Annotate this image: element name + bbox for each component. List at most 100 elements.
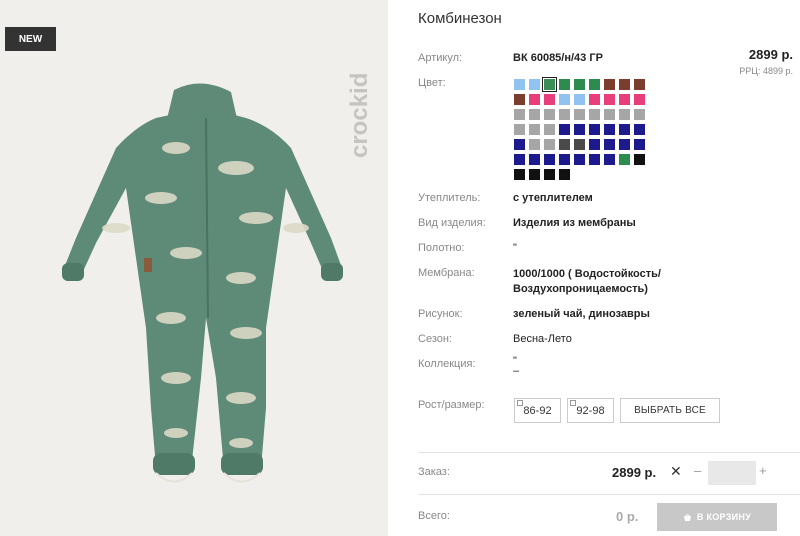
- color-swatch[interactable]: [589, 154, 600, 165]
- color-swatch[interactable]: [529, 124, 540, 135]
- article-value: ВК 60085/н/43 ГР: [513, 52, 603, 64]
- color-swatch[interactable]: [544, 124, 555, 135]
- color-swatch[interactable]: [544, 94, 555, 105]
- product-price: 2899 р.: [748, 47, 793, 62]
- select-all-button[interactable]: ВЫБРАТЬ ВСЕ: [620, 398, 720, 423]
- increase-quantity-button[interactable]: +: [759, 463, 767, 478]
- spec-value: Весна-Лето: [513, 333, 572, 345]
- color-swatch[interactable]: [574, 154, 585, 165]
- spec-value: зеленый чай, динозавры: [513, 308, 650, 320]
- color-swatch[interactable]: [529, 139, 540, 150]
- color-swatch[interactable]: [529, 94, 540, 105]
- color-swatch[interactable]: [634, 139, 645, 150]
- color-swatch[interactable]: [589, 94, 600, 105]
- color-swatch-grid: [514, 77, 645, 180]
- color-swatch[interactable]: [529, 169, 540, 180]
- color-swatch[interactable]: [574, 124, 585, 135]
- color-swatch[interactable]: [604, 154, 615, 165]
- color-swatch[interactable]: [559, 124, 570, 135]
- color-swatch[interactable]: [634, 124, 645, 135]
- color-swatch[interactable]: [574, 79, 585, 90]
- decrease-quantity-button[interactable]: –: [694, 463, 701, 478]
- size-checkbox-icon: [517, 400, 523, 406]
- color-swatch[interactable]: [619, 109, 630, 120]
- color-swatch[interactable]: [514, 169, 525, 180]
- color-swatch[interactable]: [574, 109, 585, 120]
- color-swatch[interactable]: [559, 79, 570, 90]
- color-swatch[interactable]: [542, 77, 557, 92]
- product-photo: [62, 83, 343, 483]
- spec-label: Полотно:: [418, 242, 465, 254]
- color-swatch[interactable]: [559, 169, 570, 180]
- color-swatch[interactable]: [619, 124, 630, 135]
- color-swatch[interactable]: [619, 154, 630, 165]
- color-swatch[interactable]: [514, 109, 525, 120]
- total-label: Всего:: [418, 510, 450, 522]
- divider: [418, 494, 800, 495]
- color-swatch[interactable]: [574, 139, 585, 150]
- color-swatch[interactable]: [604, 94, 615, 105]
- color-swatch[interactable]: [514, 154, 525, 165]
- color-swatch[interactable]: [544, 154, 555, 165]
- color-swatch[interactable]: [634, 94, 645, 105]
- spec-label: Вид изделия:: [418, 217, 486, 229]
- color-swatch[interactable]: [514, 139, 525, 150]
- product-details: Комбинезон Артикул: ВК 60085/н/43 ГР 289…: [418, 0, 800, 536]
- color-swatch[interactable]: [634, 154, 645, 165]
- color-swatch[interactable]: [604, 139, 615, 150]
- color-swatch[interactable]: [514, 79, 525, 90]
- color-swatch[interactable]: [559, 154, 570, 165]
- quantity-input[interactable]: [708, 461, 756, 485]
- color-swatch[interactable]: [589, 79, 600, 90]
- product-rrp: РРЦ: 4899 р.: [739, 66, 793, 76]
- color-swatch[interactable]: [544, 169, 555, 180]
- spec-value: ": [513, 242, 517, 254]
- spec-value: " –: [513, 355, 520, 377]
- color-swatch[interactable]: [604, 124, 615, 135]
- add-to-cart-label: В КОРЗИНУ: [696, 512, 752, 522]
- spec-value: с утеплителем: [513, 192, 593, 204]
- spec-value: 1000/1000 ( Водостойкость/ Воздухопрониц…: [513, 268, 661, 295]
- color-swatch[interactable]: [544, 139, 555, 150]
- remove-order-icon[interactable]: ✕: [670, 463, 682, 480]
- spec-value: Изделия из мембраны: [513, 217, 636, 229]
- order-label: Заказ:: [418, 466, 450, 478]
- color-swatch[interactable]: [559, 94, 570, 105]
- spec-label: Сезон:: [418, 333, 452, 345]
- new-badge: NEW: [5, 27, 56, 51]
- color-swatch[interactable]: [604, 79, 615, 90]
- spec-label: Рисунок:: [418, 308, 463, 320]
- color-swatch[interactable]: [634, 109, 645, 120]
- color-swatch[interactable]: [619, 94, 630, 105]
- color-swatch[interactable]: [574, 94, 585, 105]
- color-swatch[interactable]: [529, 79, 540, 90]
- size-option[interactable]: 92-98: [567, 398, 614, 423]
- size-label: Рост/размер:: [418, 399, 485, 411]
- color-swatch[interactable]: [514, 94, 525, 105]
- spec-label: Утеплитель:: [418, 192, 481, 204]
- color-swatch[interactable]: [619, 79, 630, 90]
- color-swatch[interactable]: [619, 139, 630, 150]
- size-option-label: 92-98: [576, 404, 605, 417]
- size-checkbox-icon: [570, 400, 576, 406]
- color-swatch[interactable]: [529, 154, 540, 165]
- color-swatch[interactable]: [559, 139, 570, 150]
- color-swatch[interactable]: [514, 124, 525, 135]
- size-option[interactable]: 86-92: [514, 398, 561, 423]
- color-swatch[interactable]: [634, 79, 645, 90]
- color-swatch[interactable]: [589, 109, 600, 120]
- color-swatch[interactable]: [604, 109, 615, 120]
- brand-logo-text: crockid: [346, 73, 373, 158]
- color-swatch[interactable]: [529, 109, 540, 120]
- brand-logo: crockid: [346, 73, 373, 158]
- color-swatch[interactable]: [559, 109, 570, 120]
- divider: [418, 452, 800, 453]
- spec-label: Мембрана:: [418, 267, 475, 279]
- add-to-cart-button[interactable]: В КОРЗИНУ: [657, 503, 777, 531]
- size-option-label: 86-92: [523, 404, 552, 417]
- color-swatch[interactable]: [589, 124, 600, 135]
- product-title: Комбинезон: [418, 10, 502, 27]
- color-swatch[interactable]: [544, 109, 555, 120]
- color-swatch[interactable]: [589, 139, 600, 150]
- article-label: Артикул:: [418, 52, 463, 64]
